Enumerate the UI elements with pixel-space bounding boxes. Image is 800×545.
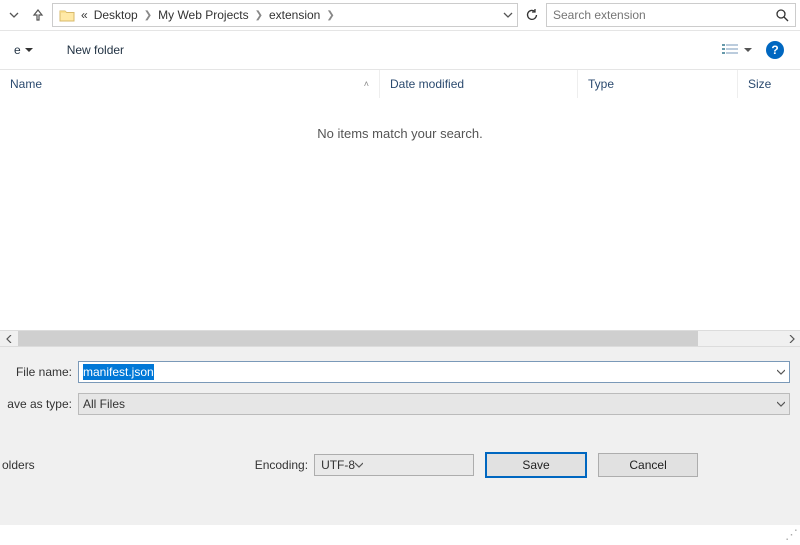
save-as-type-value: All Files	[79, 397, 125, 411]
chevron-right-icon[interactable]: ❯	[142, 10, 154, 21]
search-icon[interactable]	[776, 9, 789, 22]
folder-icon	[57, 3, 77, 27]
filename-input[interactable]: manifest.json	[83, 364, 154, 380]
chevron-right-icon[interactable]: ❯	[253, 10, 265, 21]
caret-down-icon	[25, 46, 33, 54]
organize-menu[interactable]: e	[8, 43, 39, 57]
column-label: Name	[10, 77, 42, 91]
column-size[interactable]: Size	[738, 70, 800, 98]
scroll-left-button[interactable]	[0, 330, 17, 347]
save-panel: File name: manifest.json ave as type: Al…	[0, 347, 800, 525]
refresh-button[interactable]	[522, 3, 542, 27]
search-box[interactable]	[546, 3, 796, 27]
breadcrumb-item[interactable]: extension	[267, 8, 322, 22]
cancel-button[interactable]: Cancel	[598, 453, 698, 477]
filename-combo[interactable]: manifest.json	[78, 361, 790, 383]
organize-label: e	[14, 43, 21, 57]
breadcrumb-item[interactable]: My Web Projects	[156, 8, 250, 22]
chevron-down-icon[interactable]	[777, 368, 785, 376]
history-dropdown[interactable]	[4, 3, 24, 27]
scroll-right-button[interactable]	[783, 330, 800, 347]
column-type[interactable]: Type	[578, 70, 738, 98]
view-options-button[interactable]	[722, 43, 752, 57]
scrollbar-thumb[interactable]	[18, 331, 698, 346]
browse-folders-toggle[interactable]: olders	[0, 458, 35, 472]
save-button[interactable]: Save	[486, 453, 586, 477]
search-input[interactable]	[553, 8, 776, 22]
save-as-type-combo[interactable]: All Files	[78, 393, 790, 415]
chevron-right-icon[interactable]: ❯	[324, 10, 336, 21]
filename-label: File name:	[4, 365, 78, 379]
address-bar[interactable]: « Desktop ❯ My Web Projects ❯ extension …	[52, 3, 518, 27]
view-icon	[722, 43, 740, 57]
address-dropdown[interactable]	[503, 10, 513, 20]
toolbar: e New folder ?	[0, 30, 800, 70]
horizontal-scrollbar[interactable]	[0, 330, 800, 347]
navigation-bar: « Desktop ❯ My Web Projects ❯ extension …	[0, 0, 800, 30]
resize-grip-icon[interactable]: ⋰	[785, 527, 798, 543]
breadcrumb-overflow[interactable]: «	[79, 8, 90, 22]
breadcrumb-item[interactable]: Desktop	[92, 8, 140, 22]
action-row: olders Encoding: UTF-8 Save Cancel	[0, 453, 800, 477]
save-as-type-label: ave as type:	[4, 397, 78, 411]
column-date-modified[interactable]: Date modified	[380, 70, 578, 98]
chevron-down-icon[interactable]	[355, 461, 363, 469]
sort-indicator-icon: ˄	[364, 79, 369, 89]
help-button[interactable]: ?	[766, 41, 784, 59]
caret-down-icon	[744, 46, 752, 54]
column-name[interactable]: Name ˄	[0, 70, 380, 98]
encoding-combo[interactable]: UTF-8	[314, 454, 474, 476]
chevron-down-icon[interactable]	[777, 400, 785, 408]
encoding-label: Encoding:	[255, 458, 308, 472]
column-headers: Name ˄ Date modified Type Size	[0, 70, 800, 98]
new-folder-button[interactable]: New folder	[55, 43, 136, 57]
encoding-value: UTF-8	[321, 458, 355, 472]
file-list-empty-message: No items match your search.	[0, 98, 800, 330]
up-one-level-button[interactable]	[28, 3, 48, 27]
